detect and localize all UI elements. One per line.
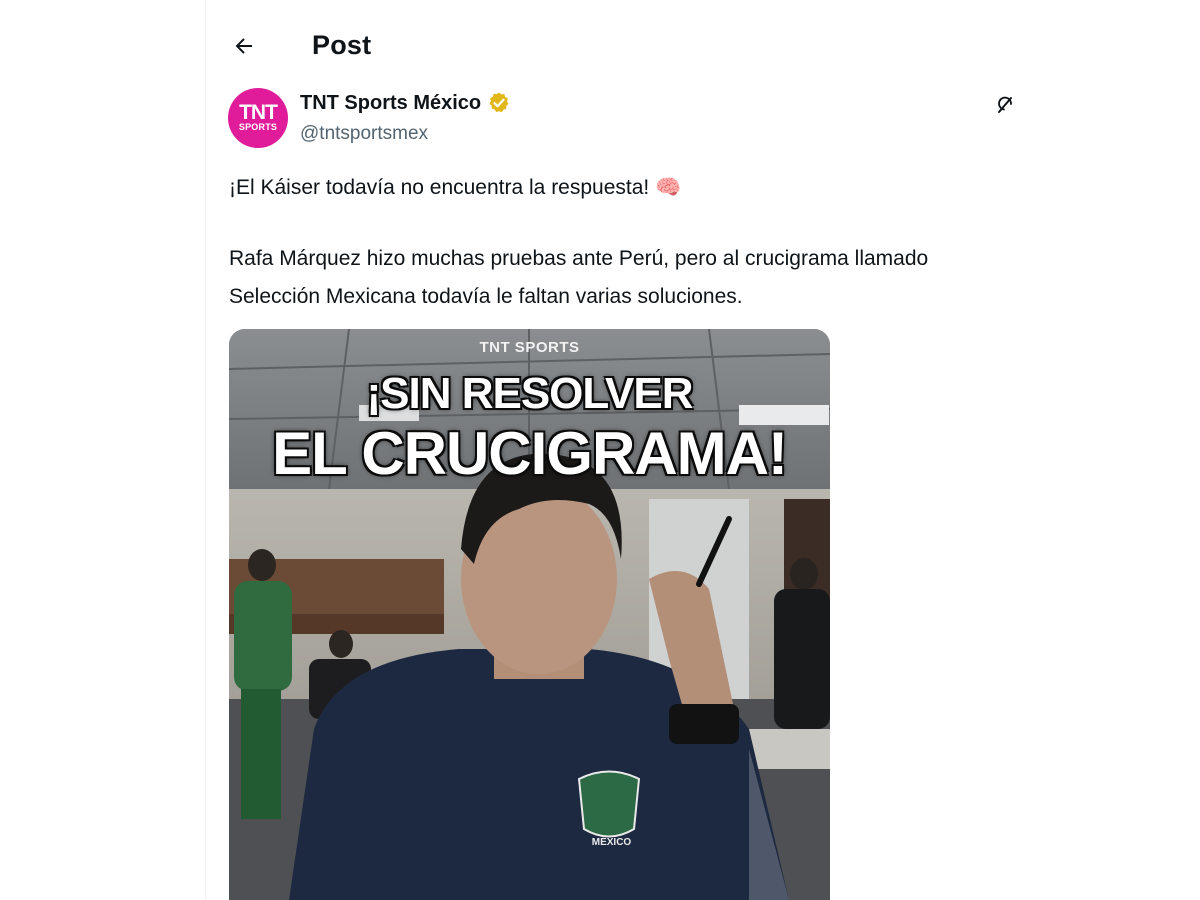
post-header: Post — [206, 0, 1026, 92]
jersey-crest-label: MÉXICO — [591, 837, 632, 848]
author-name: TNT Sports México — [300, 91, 482, 114]
avatar-logo-subtext: SPORTS — [238, 121, 278, 132]
back-button[interactable] — [224, 26, 264, 66]
image-brand-logo: TNT SPORTS — [479, 339, 580, 356]
avatar-logo-text: TNT — [239, 100, 278, 124]
image-headline-line-1: ¡SIN RESOLVER — [366, 369, 693, 418]
verified-badge-icon — [489, 92, 509, 113]
tweet-image[interactable]: TNT SPORTS ¡SIN RESOLVER EL CRUCIGRAMA! … — [229, 329, 830, 900]
author-handle[interactable]: @tntsportsmex — [300, 123, 428, 145]
grok-icon[interactable] — [993, 92, 1017, 116]
avatar[interactable]: TNT SPORTS — [228, 88, 288, 148]
image-headline-line-2: EL CRUCIGRAMA! — [272, 420, 788, 487]
author-name-link[interactable]: TNT Sports México — [300, 91, 511, 115]
column-divider — [205, 0, 206, 900]
page-title: Post — [312, 30, 372, 60]
tweet-text-paragraph-1: ¡El Káiser todavía no encuentra la respu… — [229, 176, 682, 199]
arrow-left-icon — [235, 38, 252, 54]
tweet-text-paragraph-2: Rafa Márquez hizo muchas pruebas ante Pe… — [229, 247, 929, 308]
